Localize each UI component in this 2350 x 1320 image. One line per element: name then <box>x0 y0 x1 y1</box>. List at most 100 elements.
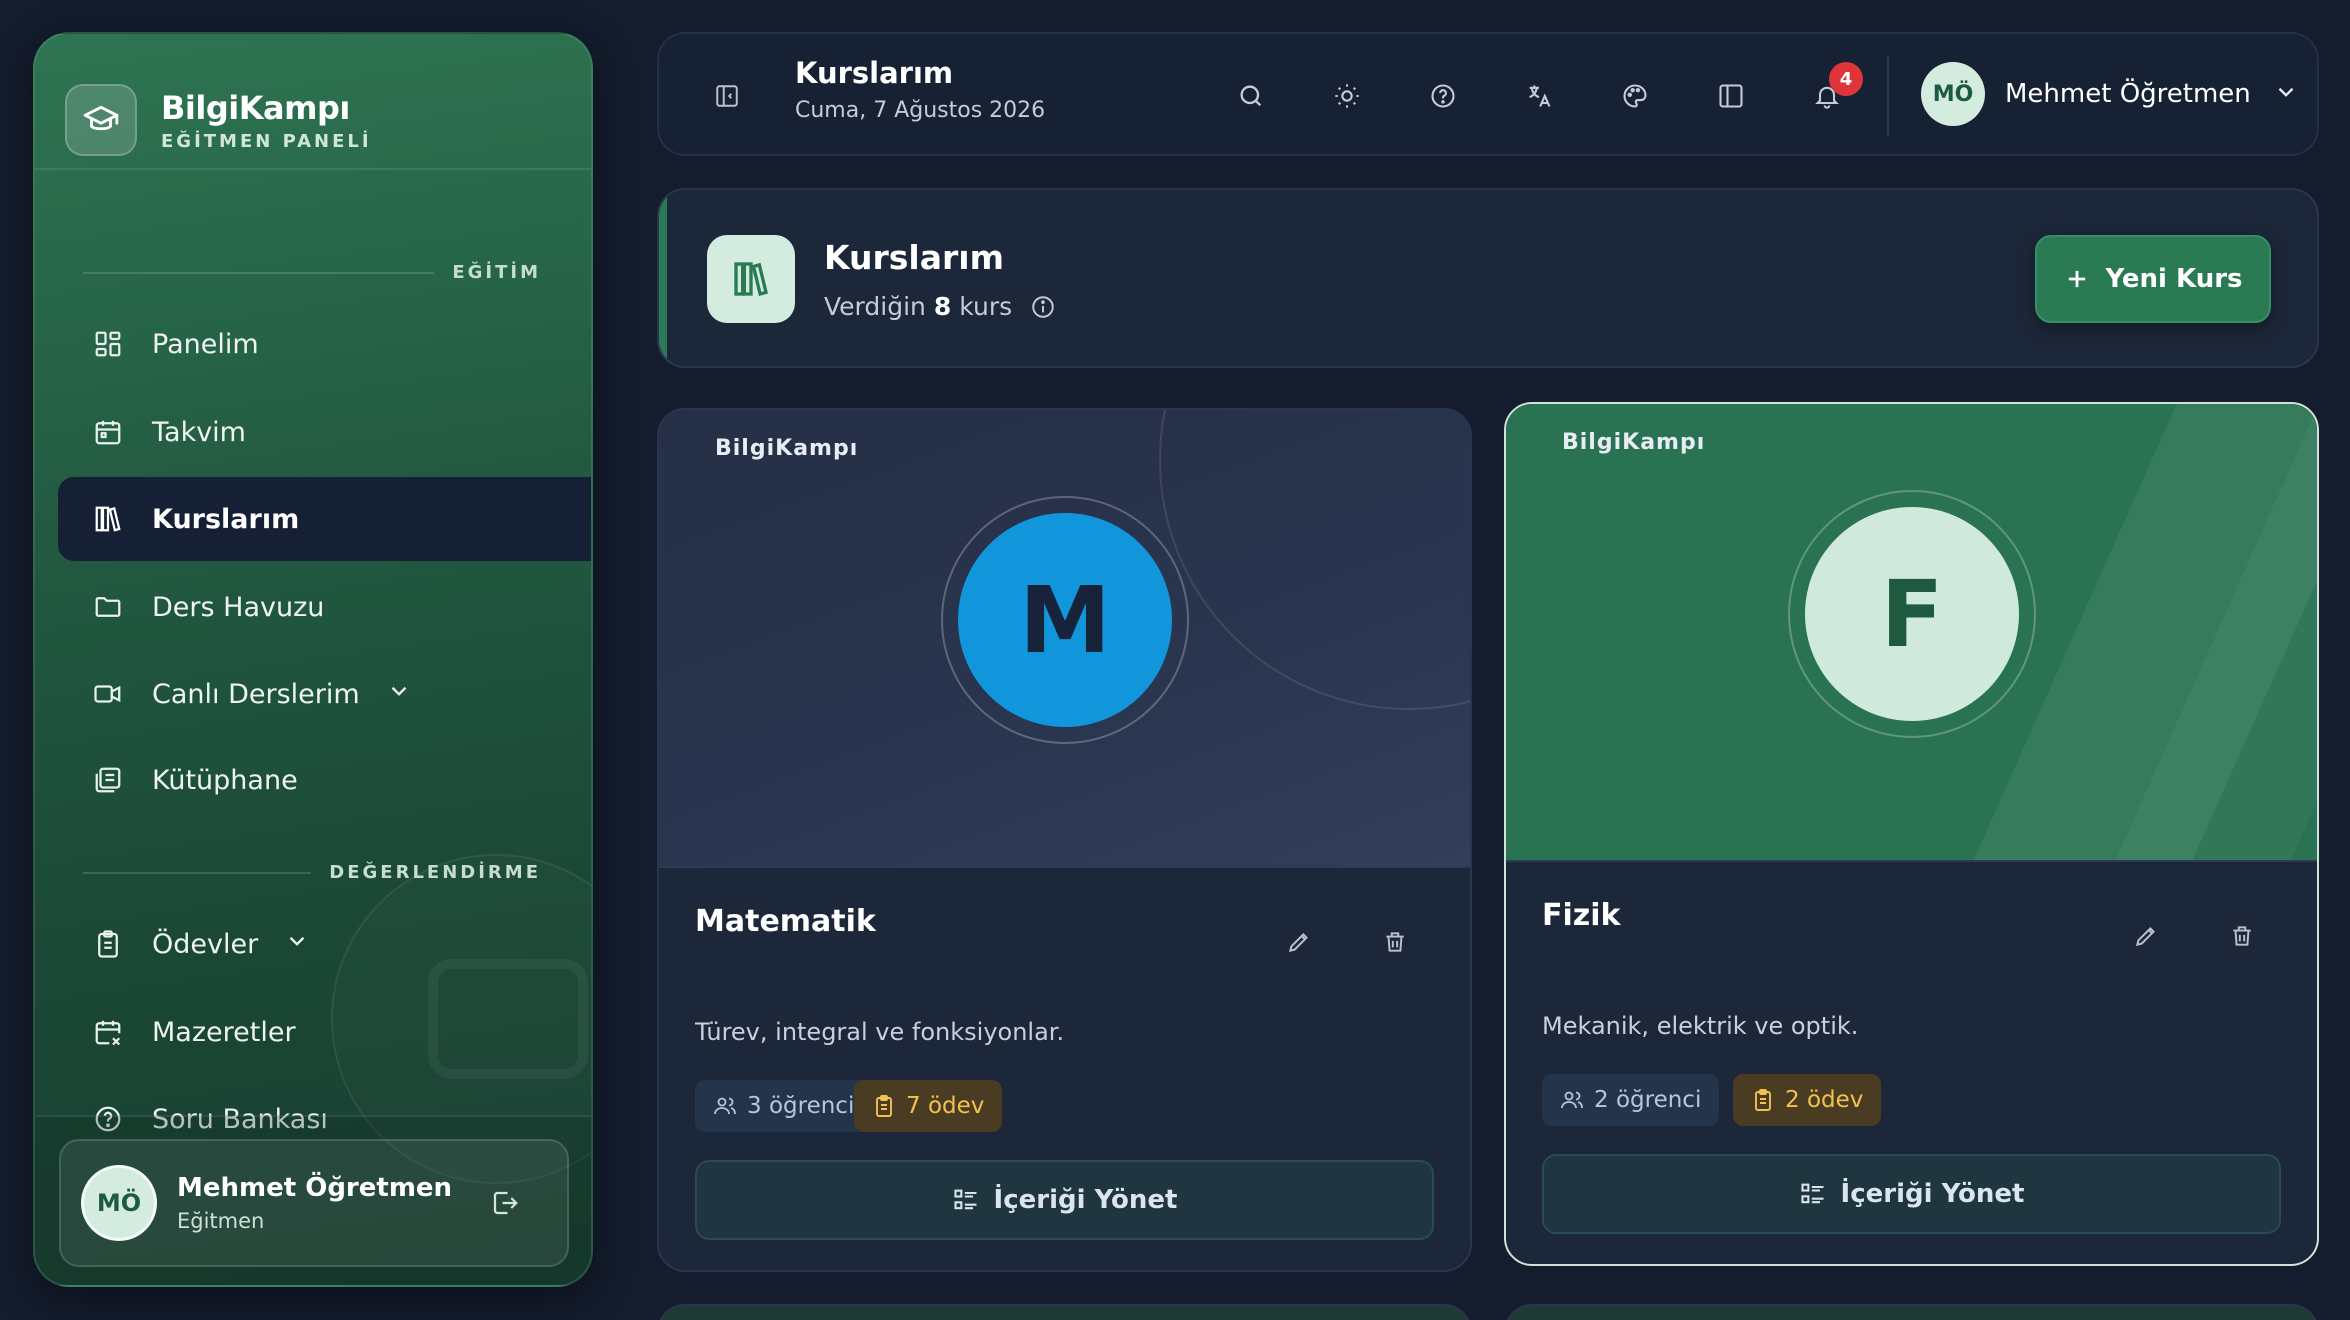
section-degerlendirme: DEĞERLENDİRME <box>83 862 541 883</box>
chevron-down-icon[interactable] <box>386 678 412 711</box>
course-description: Mekanik, elektrik ve optik. <box>1542 1012 1859 1040</box>
new-course-button[interactable]: Yeni Kurs <box>2035 235 2271 323</box>
course-title: Fizik <box>1542 898 1621 933</box>
course-initial: M <box>958 513 1172 727</box>
sidebar-item-ders-havuzu[interactable]: Ders Havuzu <box>58 565 591 649</box>
notification-badge: 4 <box>1829 62 1863 96</box>
folder-icon <box>88 587 128 627</box>
sidebar-user-card[interactable]: MÖ Mehmet Öğretmen Eğitmen <box>59 1139 569 1267</box>
course-card[interactable]: BilgiKampı M Matematik Türev, integral v… <box>657 408 1472 1272</box>
header-subtitle: Verdiğin 8 kurs <box>824 292 1056 321</box>
layout-icon[interactable] <box>1711 76 1751 116</box>
avatar: MÖ <box>1921 62 1985 126</box>
page-header: Kurslarım Verdiğin 8 kurs Yeni Kurs <box>657 188 2319 368</box>
sidebar-item-label: Canlı Derslerim <box>152 678 360 710</box>
sidebar-item-label: Kurslarım <box>152 503 300 535</box>
sidebar-item-mazeretler[interactable]: Mazeretler <box>58 990 591 1074</box>
header-title: Kurslarım <box>824 238 1004 277</box>
plus-icon <box>2063 265 2091 293</box>
assignments-chip: 2 ödev <box>1733 1074 1882 1126</box>
sidebar-item-kurslarim[interactable]: Kurslarım <box>58 477 591 561</box>
sidebar-item-odevler[interactable]: Ödevler <box>58 902 591 986</box>
course-count: 8 <box>933 292 952 321</box>
users-icon <box>1560 1088 1584 1112</box>
current-date: Cuma, 7 Ağustos 2026 <box>795 98 1046 123</box>
manage-content-button[interactable]: İçeriği Yönet <box>695 1160 1434 1240</box>
course-avatar-ring: M <box>941 496 1189 744</box>
students-chip: 3 öğrenci <box>695 1080 873 1132</box>
brand[interactable]: BilgiKampı EĞİTMEN PANELİ <box>65 64 372 176</box>
manage-content-label: İçeriği Yönet <box>993 1185 1178 1215</box>
list-icon <box>1799 1180 1827 1208</box>
sidebar-item-label: Kütüphane <box>152 764 298 796</box>
sidebar-item-label: Ders Havuzu <box>152 591 325 623</box>
course-avatar-ring: F <box>1788 490 2036 738</box>
book-icon <box>88 760 128 800</box>
users-icon <box>713 1094 737 1118</box>
edit-icon[interactable] <box>1277 920 1321 964</box>
user-name: Mehmet Öğretmen <box>2005 79 2251 109</box>
section-label: EĞİTİM <box>452 262 541 283</box>
translate-icon[interactable] <box>1519 76 1559 116</box>
manage-content-label: İçeriği Yönet <box>1840 1179 2025 1209</box>
course-body: Fizik Mekanik, elektrik ve optik. 2 öğre… <box>1506 860 2317 1264</box>
manage-content-button[interactable]: İçeriği Yönet <box>1542 1154 2281 1234</box>
calendar-icon <box>88 412 128 452</box>
sidebar-item-label: Takvim <box>152 416 246 448</box>
sun-icon[interactable] <box>1327 76 1367 116</box>
course-body: Matematik Türev, integral ve fonksiyonla… <box>659 866 1470 1270</box>
brand-subtitle: EĞİTMEN PANELİ <box>161 130 372 152</box>
header-accent <box>659 190 667 366</box>
edit-icon[interactable] <box>2124 914 2168 958</box>
info-icon[interactable] <box>1030 294 1056 320</box>
course-cover: BilgiKampı F <box>1506 404 2317 860</box>
subtitle-suffix: kurs <box>959 292 1013 321</box>
brand-name: BilgiKampı <box>161 88 350 127</box>
course-card[interactable]: BilgiKampı F Fizik Mekanik, elektrik ve … <box>1504 402 2319 1266</box>
video-icon <box>88 674 128 714</box>
topbar: Kurslarım Cuma, 7 Ağustos 2026 4 MÖ Mehm… <box>657 32 2319 156</box>
sidebar-item-kutuphane[interactable]: Kütüphane <box>58 738 591 822</box>
sidebar-item-takvim[interactable]: Takvim <box>58 390 591 474</box>
section-label: DEĞERLENDİRME <box>329 862 541 883</box>
clipboard-icon <box>88 924 128 964</box>
course-brand: BilgiKampı <box>715 436 859 461</box>
avatar: MÖ <box>81 1165 157 1241</box>
assignments-count: 2 ödev <box>1785 1087 1864 1113</box>
trash-icon[interactable] <box>1373 920 1417 964</box>
dashboard-icon <box>88 324 128 364</box>
page-title: Kurslarım <box>795 56 954 90</box>
sidebar: BilgiKampı EĞİTMEN PANELİ EĞİTİM Panelim… <box>33 32 593 1287</box>
user-name: Mehmet Öğretmen <box>177 1173 453 1203</box>
user-menu[interactable]: MÖ Mehmet Öğretmen <box>1921 62 2299 126</box>
clipboard-icon <box>1751 1088 1775 1112</box>
library-icon <box>707 235 795 323</box>
user-role: Eğitmen <box>177 1209 265 1233</box>
students-count: 3 öğrenci <box>747 1093 855 1119</box>
clipboard-icon <box>872 1094 896 1118</box>
help-icon[interactable] <box>1423 76 1463 116</box>
trash-icon[interactable] <box>2220 914 2264 958</box>
sidebar-toggle-icon[interactable] <box>707 76 747 116</box>
chevron-down-icon[interactable] <box>284 928 310 961</box>
sidebar-item-label: Mazeretler <box>152 1016 296 1048</box>
decorative-arc <box>1159 410 1470 710</box>
library-icon <box>88 499 128 539</box>
bell-icon[interactable]: 4 <box>1807 62 1863 116</box>
section-egitim: EĞİTİM <box>83 262 541 283</box>
graduation-cap-icon <box>65 84 137 156</box>
course-card-partial[interactable] <box>1504 1304 2319 1320</box>
search-icon[interactable] <box>1231 76 1271 116</box>
calendar-x-icon <box>88 1012 128 1052</box>
new-course-label: Yeni Kurs <box>2105 264 2243 294</box>
logout-icon[interactable] <box>483 1181 527 1225</box>
course-description: Türev, integral ve fonksiyonlar. <box>695 1018 1065 1046</box>
sidebar-item-panelim[interactable]: Panelim <box>58 302 591 386</box>
palette-icon[interactable] <box>1615 76 1655 116</box>
subtitle-prefix: Verdiğin <box>824 292 926 321</box>
divider <box>35 168 591 170</box>
course-initial: F <box>1805 507 2019 721</box>
course-card-partial[interactable] <box>657 1304 1472 1320</box>
course-title: Matematik <box>695 904 876 939</box>
sidebar-item-canli-derslerim[interactable]: Canlı Derslerim <box>58 652 591 736</box>
